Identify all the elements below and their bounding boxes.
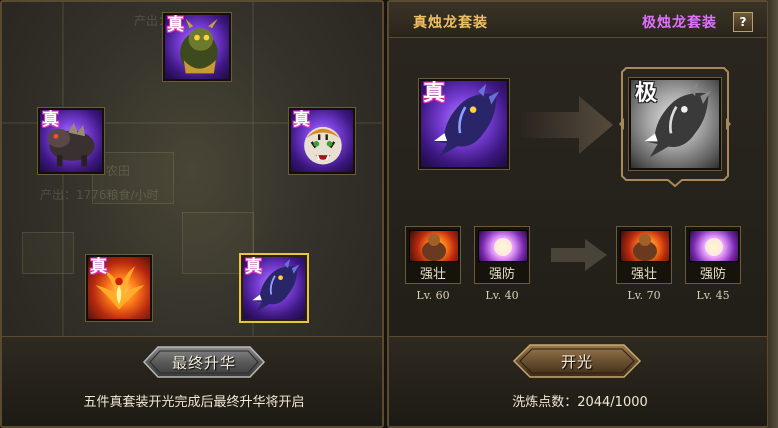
target-suit-title: 极烛龙套装: [642, 15, 717, 31]
skill-name: 强防: [488, 267, 515, 282]
skill-name: 强防: [699, 267, 726, 282]
help-button[interactable]: ?: [733, 12, 753, 32]
zhen-tag: 真: [245, 257, 262, 277]
skill-arrow-icon: [551, 239, 607, 271]
skill-card-before-defense[interactable]: 强防: [474, 226, 530, 284]
unlock-hint-text: 五件真套装开光完成后最终升华将开启: [83, 395, 305, 410]
skill-card-after-defense[interactable]: 强防: [685, 226, 741, 284]
ji-tag: 极: [635, 81, 658, 106]
defense-orb-icon: [689, 230, 739, 262]
suit-slot-1[interactable]: 真: [162, 12, 232, 82]
window-edge: [768, 0, 778, 428]
skill-level: Lv. 60: [416, 289, 450, 302]
final-sublimation-button[interactable]: 最终升华: [142, 345, 266, 379]
skill-level: Lv. 70: [627, 289, 661, 302]
strong-warrior-icon: [620, 230, 670, 262]
zhen-tag: 真: [90, 257, 107, 277]
skill-level: Lv. 45: [696, 289, 730, 302]
strong-warrior-icon: [409, 230, 459, 262]
open-light-label: 开光: [560, 352, 593, 371]
zhen-tag: 真: [423, 81, 446, 106]
source-item-slot[interactable]: 真: [418, 78, 510, 170]
skill-name: 强壮: [630, 267, 657, 282]
skill-card-before-strong[interactable]: 强壮: [405, 226, 461, 284]
skill-name: 强壮: [419, 267, 446, 282]
suit-slot-2[interactable]: 真: [37, 107, 105, 175]
suit-selection-panel: 产出：1776/时 农田 产出：1776粮食/小时 真 真: [0, 0, 384, 428]
zhen-tag: 真: [293, 110, 310, 130]
skill-card-after-strong[interactable]: 强壮: [616, 226, 672, 284]
current-suit-title: 真烛龙套装: [413, 15, 488, 31]
map-label: 农田: [106, 164, 131, 178]
map-label: 产出：1776粮食/小时: [40, 188, 159, 202]
map-field: [22, 232, 74, 274]
suit-slot-3[interactable]: 真: [288, 107, 356, 175]
target-item-slot[interactable]: 极: [628, 77, 722, 171]
open-light-button[interactable]: 开光: [512, 343, 642, 379]
upgrade-panel: 真烛龙套装 极烛龙套装 ? 真 极 强壮 Lv. 60 强防 Lv. 40 强壮…: [387, 0, 769, 428]
zhen-tag: 真: [167, 15, 184, 35]
defense-orb-icon: [478, 230, 528, 262]
refine-points: 洗炼点数：2044/1000: [389, 391, 767, 410]
refine-points-label: 洗炼点数：: [512, 395, 578, 410]
zhen-tag: 真: [42, 110, 59, 130]
suit-slot-5[interactable]: 真: [239, 253, 309, 323]
refine-points-value: 2044/1000: [577, 395, 648, 410]
upgrade-arrow-icon: [521, 96, 613, 154]
skill-level: Lv. 40: [485, 289, 519, 302]
final-sublimation-label: 最终升华: [171, 353, 236, 372]
suit-slot-4[interactable]: 真: [85, 254, 153, 322]
